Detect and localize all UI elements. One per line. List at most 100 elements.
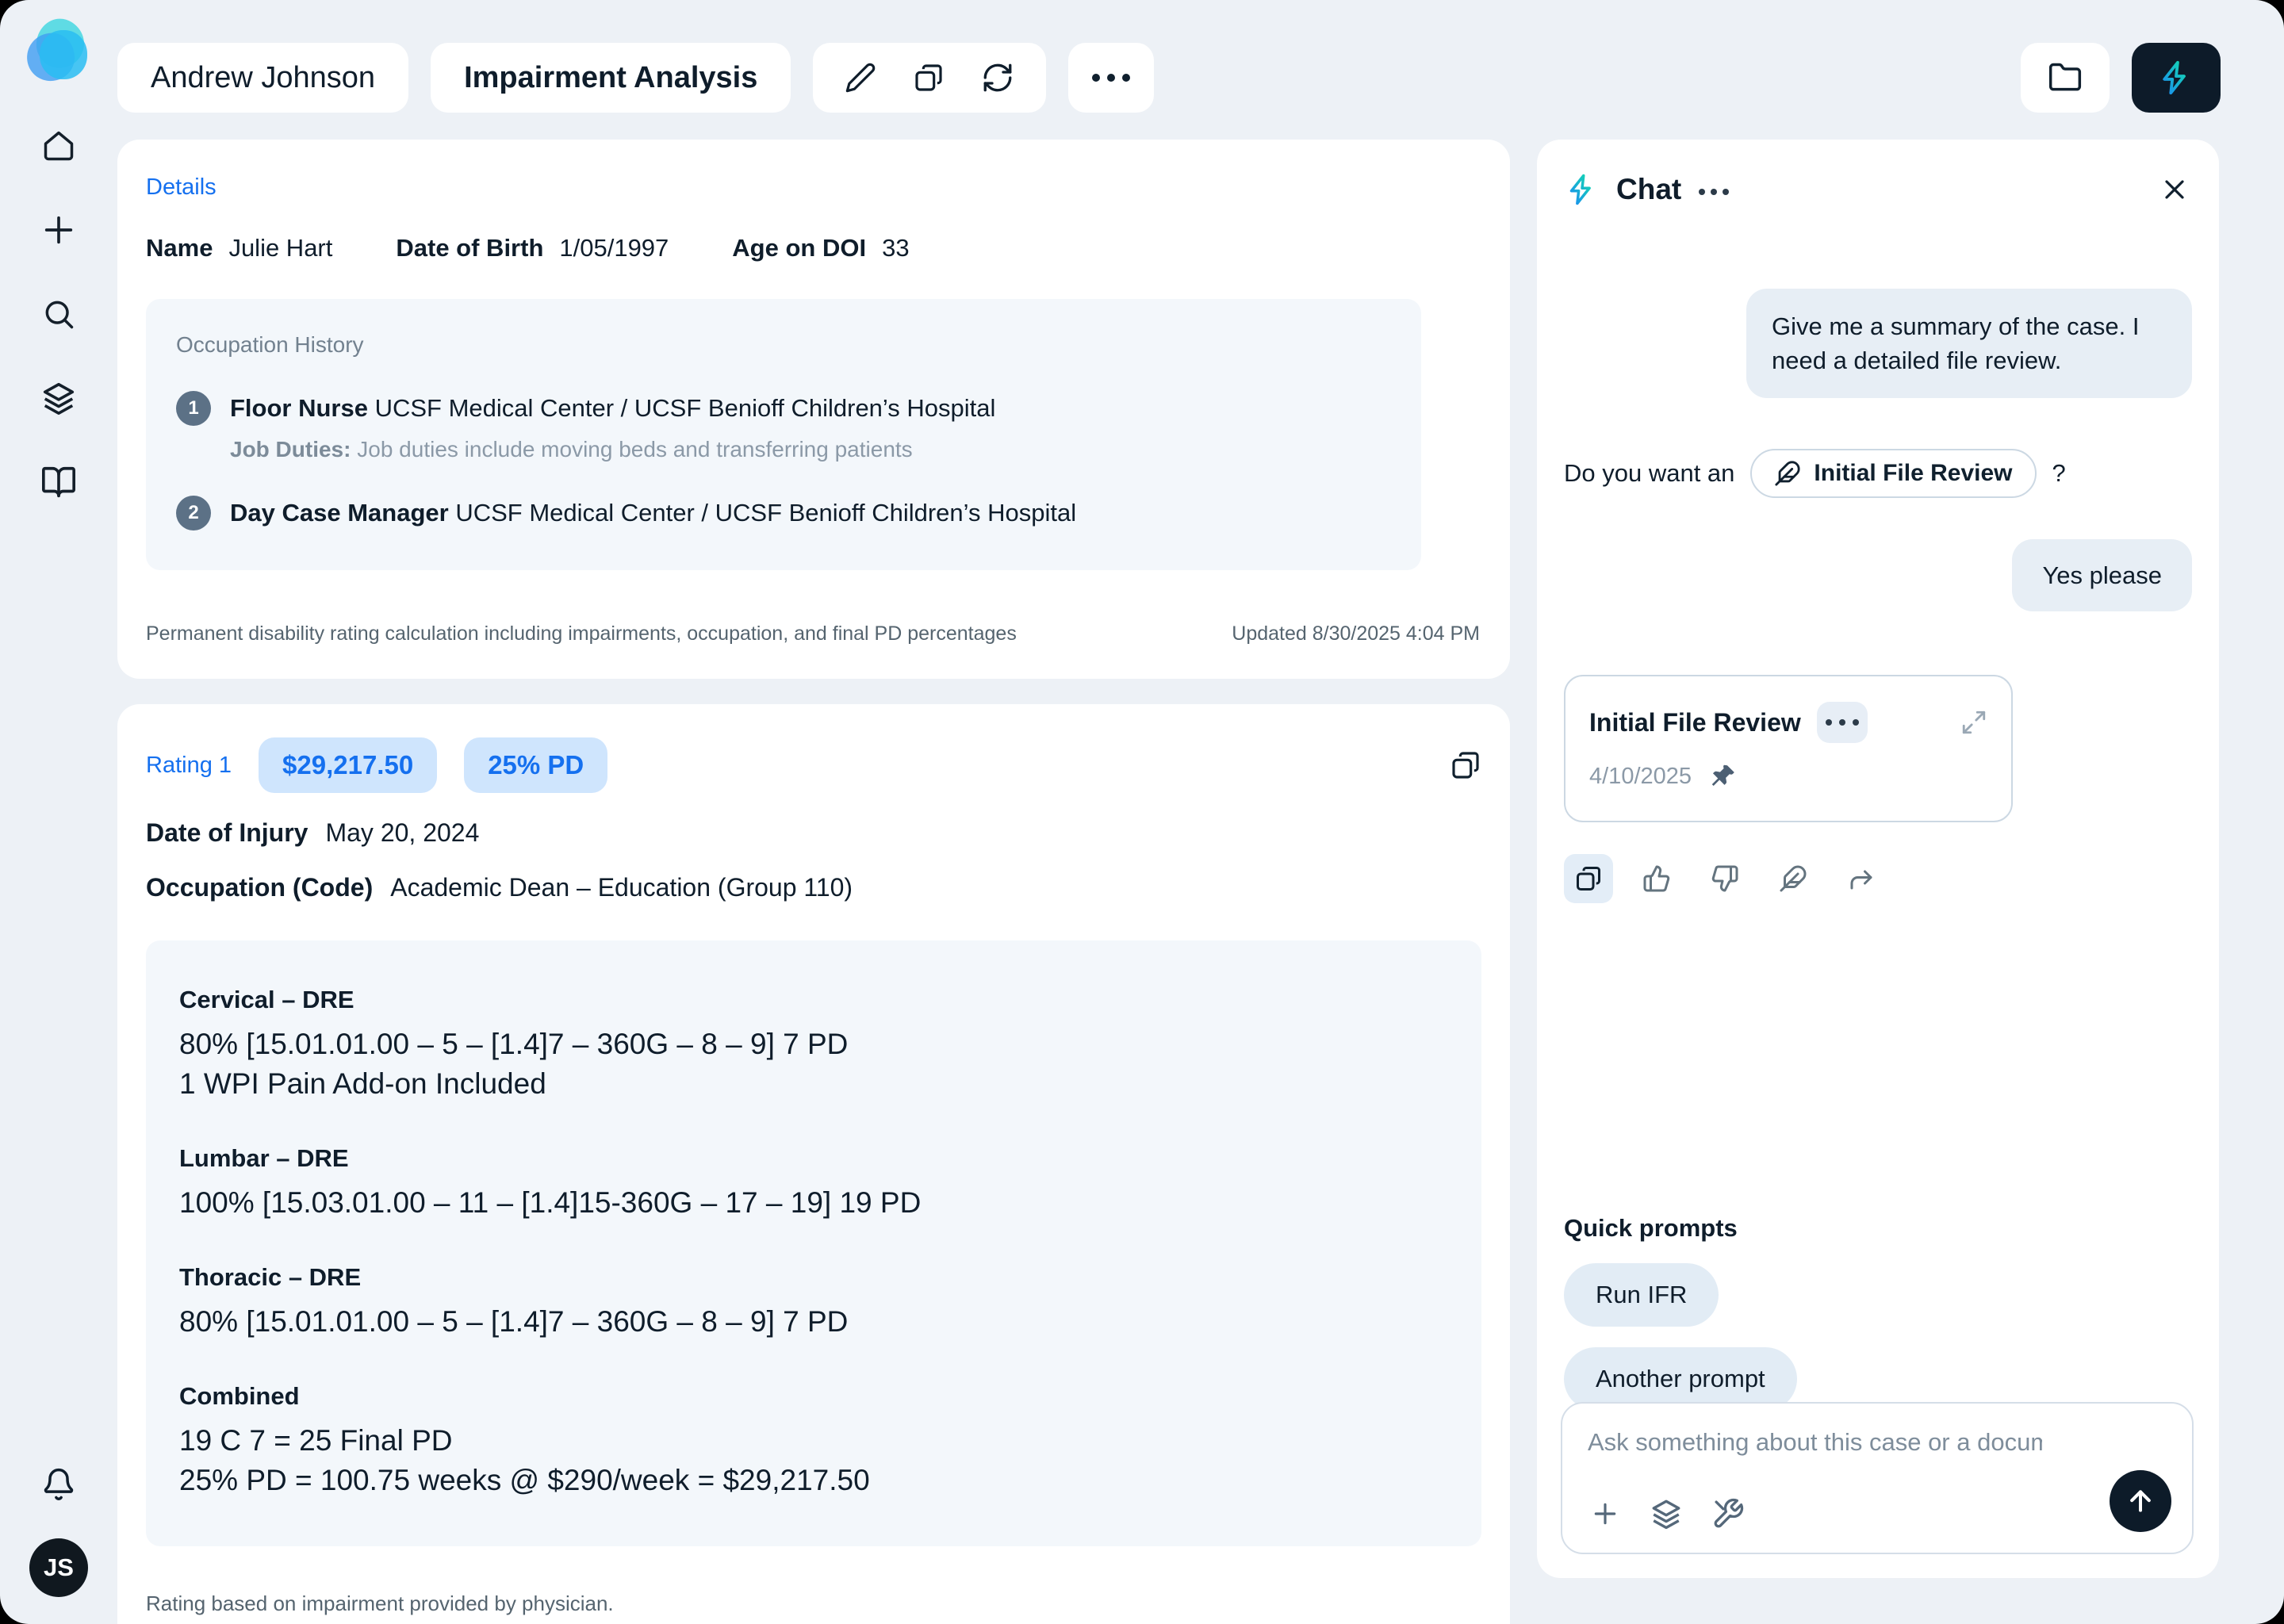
- refresh-icon[interactable]: [981, 61, 1014, 94]
- attach-plus-icon[interactable]: [1589, 1498, 1621, 1530]
- layers-icon[interactable]: [38, 377, 79, 419]
- rating-calculation-box: Cervical – DRE 80% [15.01.01.00 – 5 – [1…: [146, 940, 1481, 1546]
- field-value: 33: [882, 234, 909, 262]
- close-chat-button[interactable]: [2159, 174, 2190, 205]
- notifications-bell-icon[interactable]: [38, 1464, 79, 1505]
- calc-section-cervical: Cervical – DRE 80% [15.01.01.00 – 5 – [1…: [179, 980, 1448, 1104]
- details-description: Permanent disability rating calculation …: [146, 622, 1017, 645]
- occupation-number-badge: 1: [176, 391, 211, 426]
- app-logo[interactable]: [27, 19, 90, 86]
- occupation-history-label: Occupation History: [176, 332, 1386, 358]
- rating-1-link[interactable]: Rating 1: [146, 753, 232, 779]
- occupation-code-field: Occupation (Code) Academic Dean – Educat…: [146, 873, 1481, 902]
- chat-menu-button[interactable]: [1699, 189, 1729, 195]
- chat-title: Chat: [1616, 173, 1681, 206]
- top-bar: Andrew Johnson Impairment Analysis: [117, 43, 2221, 113]
- occupation-line: Floor Nurse UCSF Medical Center / UCSF B…: [230, 391, 995, 426]
- review-card-title: Initial File Review: [1589, 708, 1801, 737]
- initial-file-review-card[interactable]: Initial File Review 4/10/2025: [1564, 675, 2013, 822]
- context-layers-icon[interactable]: [1650, 1497, 1683, 1530]
- chat-input-actions: [1589, 1497, 1745, 1530]
- annotate-quill-button[interactable]: [1769, 854, 1818, 903]
- app-window: JS Andrew Johnson Impairment Analysis: [0, 0, 2284, 1624]
- calc-section-combined: Combined 19 C 7 = 25 Final PD 25% PD = 1…: [179, 1377, 1448, 1500]
- review-card-menu-button[interactable]: [1817, 702, 1868, 743]
- calc-line: 80% [15.01.01.00 – 5 – [1.4]7 – 360G – 8…: [179, 1025, 1448, 1064]
- page-title-pill[interactable]: Impairment Analysis: [431, 43, 791, 113]
- rating-header: Rating 1 $29,217.50 25% PD: [146, 737, 1481, 793]
- case-name: Andrew Johnson: [151, 61, 375, 95]
- copy-response-button[interactable]: [1564, 854, 1613, 903]
- occupation-line: Day Case Manager UCSF Medical Center / U…: [230, 496, 1076, 530]
- case-name-pill[interactable]: Andrew Johnson: [117, 43, 408, 113]
- search-icon[interactable]: [38, 293, 79, 335]
- copy-icon: [1574, 864, 1603, 893]
- arrow-up-icon: [2125, 1485, 2156, 1517]
- home-icon[interactable]: [38, 125, 79, 167]
- calc-line: 100% [15.03.01.00 – 11 – [1.4]15-360G – …: [179, 1183, 1448, 1223]
- details-footer: Permanent disability rating calculation …: [146, 622, 1481, 645]
- field-dob: Date of Birth 1/05/1997: [396, 234, 669, 262]
- field-label: Date of Birth: [396, 234, 543, 262]
- details-card: Details Name Julie Hart Date of Birth 1/…: [117, 140, 1510, 679]
- files-folder-button[interactable]: [2021, 43, 2110, 113]
- user-avatar[interactable]: JS: [29, 1538, 88, 1597]
- rating-footnote: Rating based on impairment provided by p…: [146, 1589, 1481, 1624]
- pin-icon[interactable]: [1709, 762, 1738, 791]
- field-name: Name Julie Hart: [146, 234, 332, 262]
- send-message-button[interactable]: [2110, 1470, 2171, 1532]
- patient-fields: Name Julie Hart Date of Birth 1/05/1997 …: [146, 234, 1481, 262]
- document-toolbar: [813, 43, 1046, 113]
- bolt-icon: [2158, 59, 2194, 96]
- calc-section-thoracic: Thoracic – DRE 80% [15.01.01.00 – 5 – [1…: [179, 1258, 1448, 1342]
- left-sidebar: JS: [0, 0, 117, 1624]
- thumbs-down-button[interactable]: [1700, 854, 1749, 903]
- calc-line: 25% PD = 100.75 weeks @ $290/week = $29,…: [179, 1461, 1448, 1500]
- edit-pencil-icon[interactable]: [845, 62, 876, 94]
- initial-file-review-button[interactable]: Initial File Review: [1750, 449, 2036, 498]
- quill-icon: [1779, 864, 1807, 893]
- message-actions: [1564, 854, 2192, 903]
- chat-messages: Give me a summary of the case. I need a …: [1537, 289, 2219, 1411]
- field-value: Julie Hart: [228, 234, 332, 262]
- chat-panel: Chat Give me a summary of the case. I ne…: [1537, 140, 2219, 1578]
- expand-icon[interactable]: [1960, 709, 1987, 736]
- bolt-icon: [1565, 173, 1599, 206]
- more-options-button[interactable]: [1068, 43, 1154, 113]
- library-book-icon[interactable]: [38, 462, 79, 503]
- calc-line: 1 WPI Pain Add-on Included: [179, 1064, 1448, 1104]
- copy-rating-button[interactable]: [1450, 749, 1481, 781]
- chat-input[interactable]: [1586, 1427, 2044, 1457]
- assistant-text: Do you want an: [1564, 459, 1734, 488]
- calc-section-lumbar: Lumbar – DRE 100% [15.03.01.00 – 11 – [1…: [179, 1139, 1448, 1223]
- field-label: Age on DOI: [732, 234, 866, 262]
- quick-prompt-another[interactable]: Another prompt: [1564, 1347, 1797, 1411]
- user-message-bubble: Give me a summary of the case. I need a …: [1746, 289, 2192, 398]
- chat-input-box: [1561, 1402, 2194, 1554]
- date-of-injury-field: Date of Injury May 20, 2024: [146, 818, 1481, 848]
- new-plus-icon[interactable]: [38, 209, 79, 251]
- assistant-message: Do you want an Initial File Review ?: [1564, 449, 2192, 498]
- details-link[interactable]: Details: [146, 174, 1481, 201]
- last-updated: Updated 8/30/2025 4:04 PM: [1232, 622, 1480, 645]
- thumbs-up-button[interactable]: [1632, 854, 1681, 903]
- folder-icon: [2048, 60, 2083, 95]
- quill-icon: [1774, 460, 1801, 487]
- share-button[interactable]: [1837, 854, 1886, 903]
- chat-toggle-button[interactable]: [2132, 43, 2221, 113]
- field-label: Name: [146, 234, 213, 262]
- share-icon: [1847, 864, 1876, 893]
- ellipsis-icon: [1826, 719, 1859, 726]
- thumbs-up-icon: [1642, 864, 1671, 893]
- tools-icon[interactable]: [1711, 1497, 1745, 1530]
- chat-header: Chat: [1537, 140, 2219, 206]
- quick-prompt-run-ifr[interactable]: Run IFR: [1564, 1263, 1719, 1327]
- field-value: 1/05/1997: [559, 234, 669, 262]
- sidebar-bottom: JS: [0, 1464, 117, 1597]
- review-card-date: 4/10/2025: [1589, 764, 1692, 790]
- occupation-item: 1 Floor Nurse UCSF Medical Center / UCSF…: [176, 391, 1386, 462]
- calc-line: 80% [15.01.01.00 – 5 – [1.4]7 – 360G – 8…: [179, 1302, 1448, 1342]
- amount-badge: $29,217.50: [259, 737, 437, 793]
- review-card-meta: 4/10/2025: [1589, 762, 1987, 791]
- copy-icon[interactable]: [913, 62, 945, 94]
